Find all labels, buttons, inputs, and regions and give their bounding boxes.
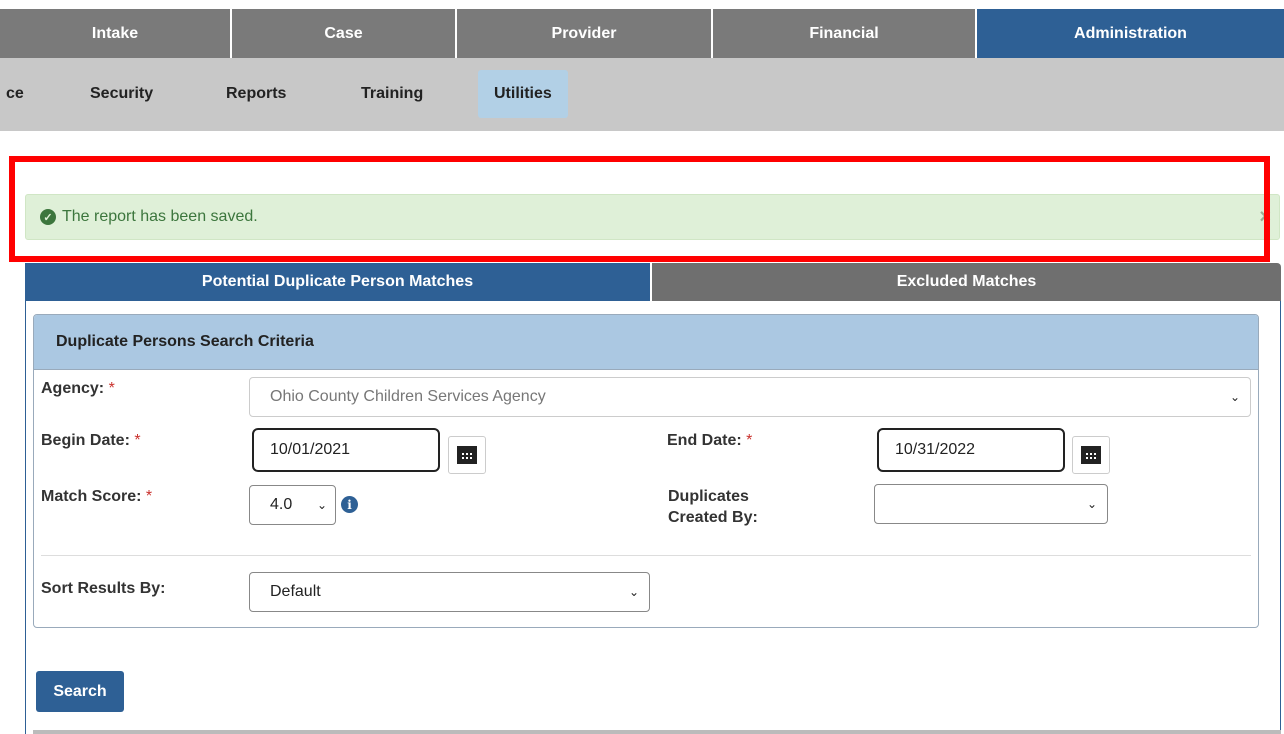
chevron-down-icon: ⌄ — [1229, 390, 1240, 404]
end-date-input[interactable]: 10/31/2022 — [877, 428, 1065, 472]
success-alert: ✓ The report has been saved. × — [25, 194, 1280, 240]
sort-results-label: Sort Results By: — [41, 580, 166, 597]
nav-tab-case[interactable]: Case — [232, 9, 457, 58]
tab-potential-duplicate-person-matches[interactable]: Potential Duplicate Person Matches — [25, 263, 652, 301]
sub-nav: ce Security Reports Training Utilities — [0, 58, 1284, 131]
nav-tab-provider[interactable]: Provider — [457, 9, 713, 58]
sort-results-value: Default — [270, 583, 321, 600]
subnav-item-utilities[interactable]: Utilities — [478, 70, 568, 118]
tab-excluded-matches[interactable]: Excluded Matches — [652, 263, 1281, 301]
match-score-label: Match Score: * — [41, 486, 152, 507]
end-date-label-text: End Date: — [667, 432, 742, 449]
match-score-value: 4.0 — [270, 496, 293, 513]
duplicates-created-by-label-line1: Duplicates — [668, 488, 749, 505]
top-nav: Intake Case Provider Financial Administr… — [0, 9, 1284, 58]
required-marker: * — [134, 432, 141, 449]
agency-label: Agency: * — [41, 378, 115, 399]
begin-date-calendar-icon[interactable] — [448, 436, 486, 474]
required-marker: * — [145, 488, 153, 505]
section-tabs: Potential Duplicate Person Matches Exclu… — [25, 263, 1281, 301]
begin-date-input[interactable]: 10/01/2021 — [252, 428, 440, 472]
match-score-select[interactable]: 4.0 ⌄ — [249, 485, 336, 525]
subnav-item-truncated[interactable]: ce — [6, 70, 24, 118]
required-marker: * — [746, 432, 753, 449]
info-icon[interactable]: i — [341, 496, 358, 513]
match-score-label-text: Match Score: — [41, 488, 142, 505]
required-marker: * — [108, 380, 115, 397]
calendar-icon — [1081, 446, 1101, 464]
begin-date-label-text: Begin Date: — [41, 432, 130, 449]
end-date-value: 10/31/2022 — [895, 441, 976, 458]
subnav-item-security[interactable]: Security — [90, 70, 153, 118]
begin-date-value: 10/01/2021 — [270, 441, 351, 458]
agency-select[interactable]: Ohio County Children Services Agency ⌄ — [249, 377, 1251, 417]
search-button[interactable]: Search — [36, 671, 124, 712]
nav-tab-administration[interactable]: Administration — [977, 9, 1284, 58]
agency-select-value: Ohio County Children Services Agency — [270, 388, 546, 405]
subnav-item-reports[interactable]: Reports — [226, 70, 286, 118]
nav-tab-financial[interactable]: Financial — [713, 9, 977, 58]
check-circle-icon: ✓ — [40, 209, 56, 225]
calendar-icon — [457, 446, 477, 464]
alert-message: The report has been saved. — [62, 208, 258, 225]
end-date-label: End Date: * — [667, 430, 752, 451]
close-icon[interactable]: × — [1259, 206, 1271, 229]
duplicates-created-by-label: Duplicates Created By: — [668, 486, 758, 528]
results-section-edge — [33, 730, 1281, 734]
agency-label-text: Agency: — [41, 380, 105, 397]
sort-results-select[interactable]: Default ⌄ — [249, 572, 650, 612]
duplicates-created-by-select[interactable]: ⌄ — [874, 484, 1108, 524]
chevron-down-icon: ⌄ — [316, 498, 327, 512]
begin-date-label: Begin Date: * — [41, 430, 141, 451]
duplicates-created-by-label-line2: Created By: — [668, 509, 758, 526]
chevron-down-icon: ⌄ — [628, 585, 639, 599]
end-date-calendar-icon[interactable] — [1072, 436, 1110, 474]
chevron-down-icon: ⌄ — [1086, 497, 1097, 511]
panel-title: Duplicate Persons Search Criteria — [34, 315, 1258, 370]
subnav-item-training[interactable]: Training — [361, 70, 423, 118]
divider — [41, 555, 1251, 556]
nav-tab-intake[interactable]: Intake — [0, 9, 232, 58]
